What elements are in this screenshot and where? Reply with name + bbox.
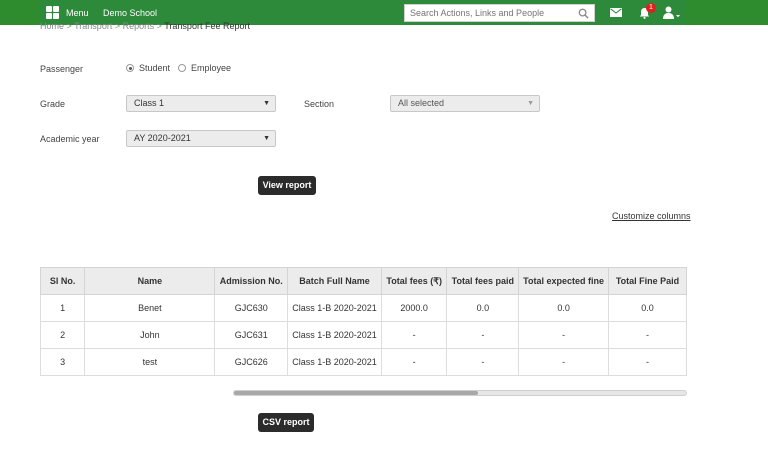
column-header-total-fees[interactable]: Total fees (₹) (380, 267, 448, 295)
breadcrumb-transport[interactable]: Transport (74, 21, 112, 31)
school-name[interactable]: Demo School (103, 8, 157, 18)
breadcrumb-home[interactable]: Home (40, 21, 64, 31)
grade-select-value: Class 1 (134, 98, 165, 108)
section-select[interactable]: All selected ▼ (390, 95, 540, 112)
table-cell: - (380, 348, 448, 376)
table-row: 2 John GJC631 Class 1-B 2020-2021 - - - … (40, 321, 687, 349)
section-select-value: All selected (398, 98, 445, 108)
passenger-student-label: Student (139, 63, 171, 73)
table-cell: Class 1-B 2020-2021 (287, 321, 382, 349)
user-icon[interactable] (663, 6, 681, 19)
caret-down-icon: ▼ (263, 135, 270, 142)
search-input[interactable] (405, 5, 575, 21)
customize-columns-link[interactable]: Customize columns (612, 211, 691, 221)
report-table-container: Sl No. Name Admission No. Batch Full Nam… (40, 267, 687, 377)
passenger-student-radio[interactable]: Student (126, 63, 170, 73)
table-cell: 0.0 (446, 294, 520, 322)
table-cell: 2 (40, 321, 86, 349)
column-header-sl-no[interactable]: Sl No. (40, 267, 86, 295)
table-cell: GJC630 (214, 294, 289, 322)
column-header-total-fine-paid[interactable]: Total Fine Paid (608, 267, 687, 295)
column-header-batch-full-name[interactable]: Batch Full Name (287, 267, 382, 295)
breadcrumb-reports[interactable]: Reports (123, 21, 155, 31)
table-cell: test (84, 348, 216, 376)
caret-down-icon: ▼ (263, 100, 270, 107)
grid-icon (46, 6, 59, 19)
table-cell: - (446, 321, 520, 349)
caret-down-icon: ▼ (527, 100, 534, 107)
search-box (404, 4, 595, 22)
table-cell: 2000.0 (380, 294, 448, 322)
section-label: Section (304, 99, 335, 109)
report-table: Sl No. Name Admission No. Batch Full Nam… (40, 267, 687, 376)
table-horizontal-scrollbar[interactable] (233, 390, 687, 396)
table-row: 1 Benet GJC630 Class 1-B 2020-2021 2000.… (40, 294, 687, 322)
grade-select[interactable]: Class 1 ▼ (126, 95, 276, 112)
breadcrumb-separator: > (66, 21, 72, 31)
column-header-total-fees-paid[interactable]: Total fees paid (446, 267, 520, 295)
column-header-name[interactable]: Name (84, 267, 216, 295)
grade-label: Grade (40, 99, 66, 109)
table-cell: GJC626 (214, 348, 289, 376)
table-cell: - (608, 321, 687, 349)
radio-checked-icon (126, 64, 134, 72)
search-icon[interactable] (578, 8, 589, 19)
table-cell: 1 (40, 294, 86, 322)
breadcrumb-current: Transport Fee Report (164, 21, 250, 31)
mail-icon[interactable] (610, 8, 622, 17)
scrollbar-thumb[interactable] (234, 391, 479, 395)
table-cell: John (84, 321, 216, 349)
table-cell: - (446, 348, 520, 376)
menu-label: Menu (66, 7, 89, 18)
table-cell: Class 1-B 2020-2021 (287, 348, 382, 376)
table-cell: GJC631 (214, 321, 289, 349)
table-cell: - (608, 348, 687, 376)
passenger-label: Passenger (40, 64, 84, 74)
passenger-employee-label: Employee (191, 63, 232, 73)
breadcrumb-separator: > (156, 21, 162, 31)
view-report-button[interactable]: View report (258, 176, 316, 195)
table-cell: - (518, 348, 609, 376)
radio-unchecked-icon (178, 64, 186, 72)
table-cell: 3 (40, 348, 86, 376)
table-cell: - (518, 321, 609, 349)
table-cell: Class 1-B 2020-2021 (287, 294, 382, 322)
table-cell: Benet (84, 294, 216, 322)
academic-year-label: Academic year (40, 134, 100, 144)
passenger-employee-radio[interactable]: Employee (178, 63, 231, 73)
academic-year-select[interactable]: AY 2020-2021 ▼ (126, 130, 276, 147)
table-cell: 0.0 (518, 294, 609, 322)
table-row: 3 test GJC626 Class 1-B 2020-2021 - - - … (40, 348, 687, 376)
table-header-row: Sl No. Name Admission No. Batch Full Nam… (40, 267, 687, 295)
breadcrumb-separator: > (114, 21, 121, 31)
table-cell: - (380, 321, 448, 349)
csv-report-button[interactable]: CSV report (258, 413, 314, 432)
column-header-admission-no[interactable]: Admission No. (214, 267, 289, 295)
academic-year-select-value: AY 2020-2021 (134, 133, 191, 143)
notification-badge: 1 (646, 3, 656, 13)
breadcrumb: Home > Transport > Reports > Transport F… (40, 21, 250, 31)
column-header-total-expected-fine[interactable]: Total expected fine (518, 267, 609, 295)
table-cell: 0.0 (608, 294, 687, 322)
menu-button[interactable]: Menu (46, 5, 89, 20)
